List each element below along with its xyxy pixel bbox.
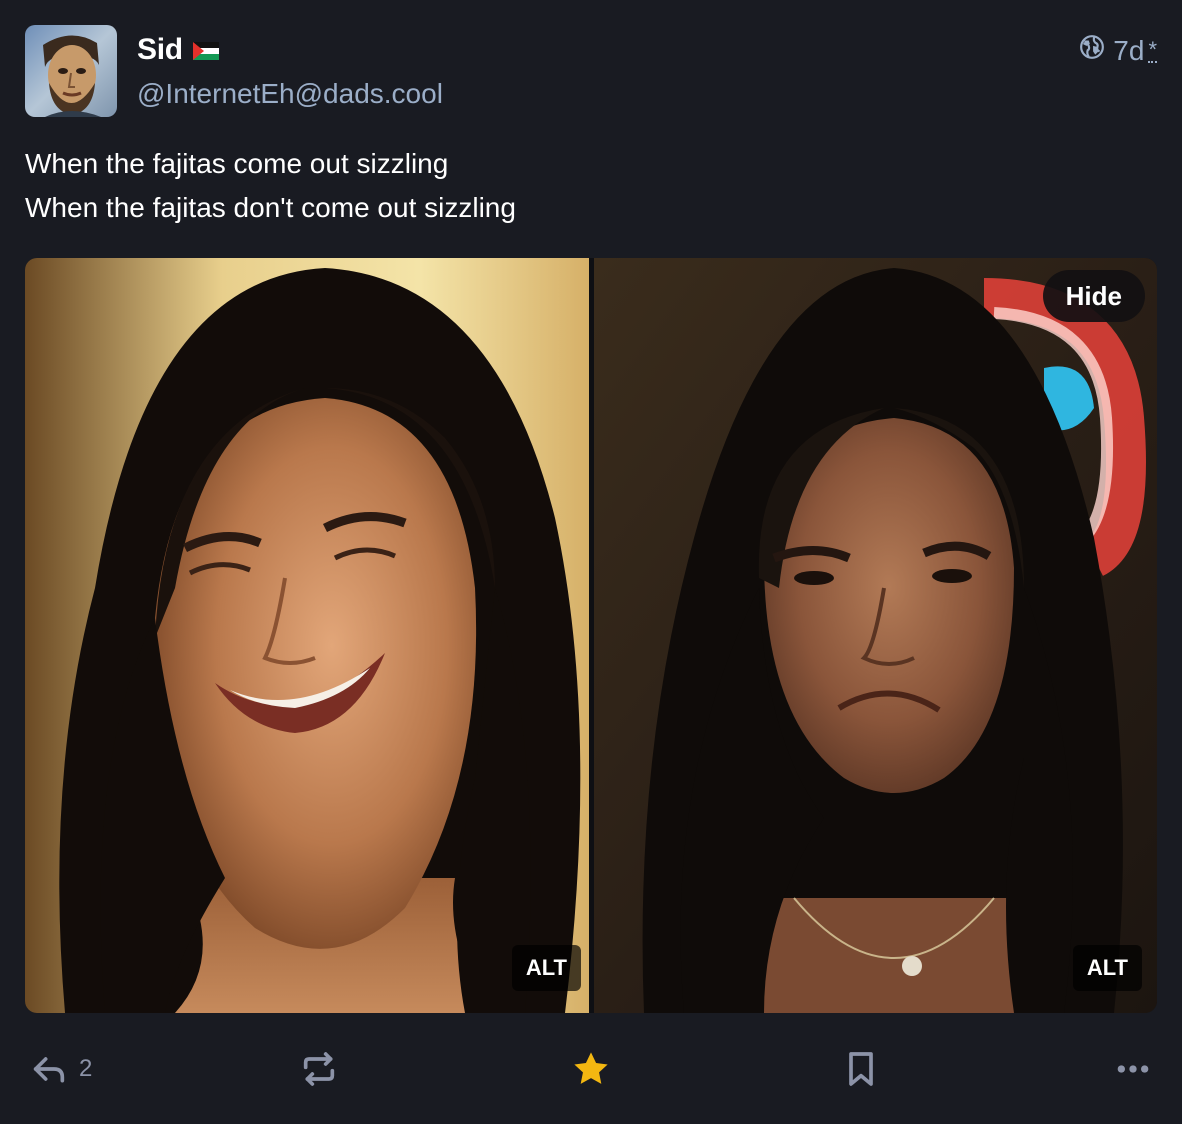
globe-icon [1079,34,1105,67]
display-name-row[interactable]: Sid [137,30,219,70]
media-gallery: ALT Hide ALT [25,258,1157,1013]
bookmark-icon [841,1049,881,1089]
content-line: When the fajitas come out sizzling [25,148,449,179]
alt-badge[interactable]: ALT [511,945,581,991]
favourite-button[interactable] [570,1044,612,1094]
hide-media-button[interactable]: Hide [1042,270,1145,322]
action-bar: 2 [25,1044,1157,1094]
avatar[interactable] [25,25,117,117]
reply-icon [29,1049,69,1089]
account-handle[interactable]: @InternetEh@dads.cool [137,74,443,114]
alt-badge[interactable]: ALT [1072,945,1142,991]
more-icon [1113,1049,1153,1089]
relative-time: 7d [1113,34,1145,66]
star-icon [570,1048,612,1090]
status-card: Sid @InternetEh@dads.cool 7d * When the … [0,0,1182,1124]
media-image-frowning[interactable]: Hide ALT [594,258,1157,1013]
more-button[interactable] [1113,1044,1153,1094]
timestamp[interactable]: 7d * [1079,34,1157,67]
reply-button[interactable]: 2 [29,1044,92,1094]
boost-button[interactable] [299,1044,339,1094]
bookmark-button[interactable] [841,1044,881,1094]
content-line: When the fajitas don't come out sizzling [25,192,516,223]
display-name[interactable]: Sid [137,33,183,67]
edited-indicator[interactable]: * [1148,38,1157,63]
boost-icon [299,1049,339,1089]
reply-count: 2 [79,1055,93,1082]
media-image-smiling[interactable]: ALT [25,258,589,1013]
status-content: When the fajitas come out sizzling When … [25,142,1155,230]
flag-icon [192,42,219,60]
